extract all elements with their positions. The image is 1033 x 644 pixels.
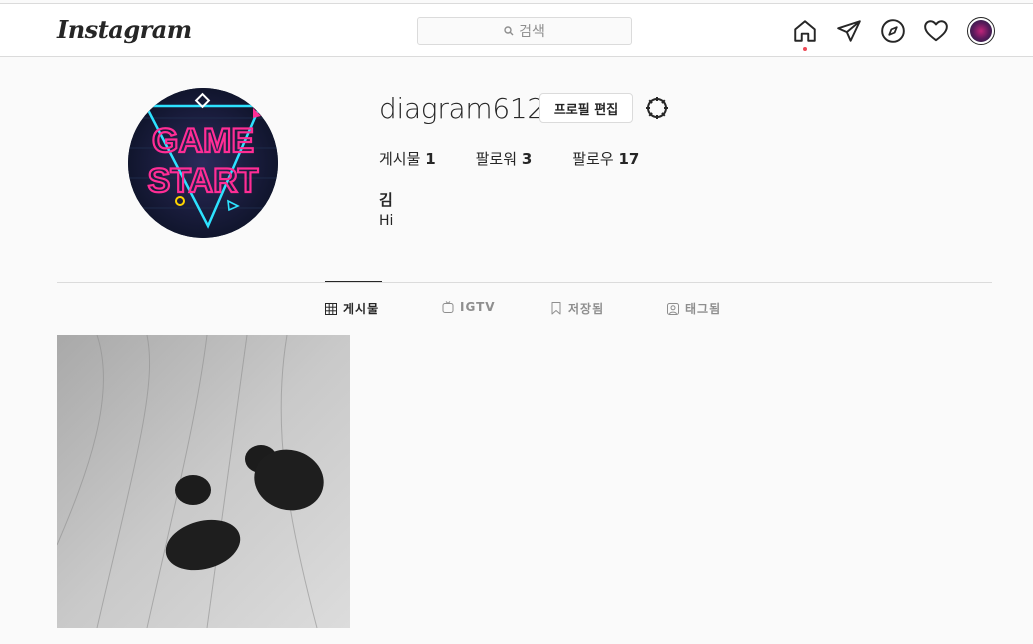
avatar-text-game: GAME [152, 122, 254, 160]
home-icon[interactable] [792, 18, 818, 44]
post-thumbnail[interactable] [57, 335, 350, 628]
following-value: 17 [618, 150, 640, 168]
edit-profile-button[interactable]: 프로필 편집 [539, 93, 633, 123]
tab-saved[interactable]: 저장됨 [550, 300, 604, 317]
game-start-neon-image: GAME START [128, 88, 278, 238]
tab-posts-label: 게시물 [343, 302, 380, 316]
bookmark-icon [551, 302, 561, 315]
search-placeholder: 검색 [519, 24, 545, 40]
profile-tabs: 게시물 IGTV 저장됨 태그됨 [0, 300, 1033, 320]
igtv-icon [442, 301, 454, 313]
tab-igtv[interactable]: IGTV [442, 300, 496, 314]
profile-username: diagram612 [379, 92, 545, 125]
direct-message-icon[interactable] [836, 18, 862, 44]
following-label: 팔로우 [572, 150, 614, 168]
tab-saved-label: 저장됨 [568, 302, 605, 316]
search-input[interactable]: 검색 [417, 17, 632, 45]
posts-count[interactable]: 게시물 1 [379, 148, 436, 169]
posts-value: 1 [425, 150, 436, 168]
activity-heart-icon[interactable] [923, 18, 949, 44]
followers-label: 팔로워 [475, 150, 518, 168]
posts-label: 게시물 [379, 150, 421, 168]
instagram-logo[interactable]: Instagram [57, 15, 192, 44]
avatar-text-start: START [148, 162, 259, 200]
settings-gear-icon[interactable] [645, 96, 669, 120]
grid-icon [325, 302, 337, 315]
profile-full-name: 김 [379, 191, 393, 209]
profile-avatar-nav[interactable] [967, 17, 995, 45]
avatar-thumbnail [970, 20, 992, 42]
followers-value: 3 [521, 150, 533, 168]
tab-igtv-label: IGTV [460, 300, 496, 314]
search-icon [504, 26, 514, 36]
top-navigation-bar: Instagram 검색 [0, 3, 1033, 57]
earbuds-photo [57, 335, 350, 628]
profile-picture[interactable]: GAME START [128, 88, 278, 238]
tab-tagged[interactable]: 태그됨 [667, 300, 721, 317]
followers-count[interactable]: 팔로워 3 [476, 148, 533, 169]
tagged-person-icon [667, 302, 679, 315]
profile-bio: Hi [379, 213, 394, 229]
profile-tabs-divider [57, 282, 992, 283]
active-tab-indicator [325, 281, 382, 282]
tab-posts[interactable]: 게시물 [325, 300, 379, 317]
explore-compass-icon[interactable] [880, 18, 906, 44]
following-count[interactable]: 팔로우 17 [572, 148, 639, 169]
notification-dot [803, 47, 807, 51]
profile-stats: 게시물 1 팔로워 3 팔로우 17 [379, 148, 679, 169]
tab-tagged-label: 태그됨 [685, 302, 722, 316]
